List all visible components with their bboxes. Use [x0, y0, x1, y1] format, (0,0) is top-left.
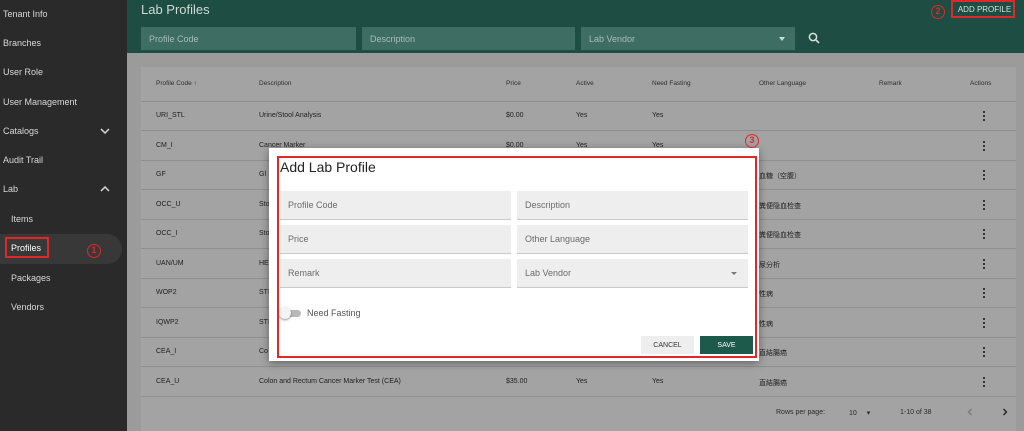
caret-down-icon	[779, 37, 785, 41]
profile-code-filter[interactable]: Profile Code	[141, 27, 356, 50]
row-divider	[141, 395, 1016, 397]
cell-price: $35.00	[506, 377, 528, 385]
sidebar-item-label: Audit Trail	[3, 155, 44, 165]
cell-other-language: 直結腸癌	[759, 379, 787, 387]
chevron-left-icon[interactable]	[965, 407, 975, 417]
more-vert-icon[interactable]	[983, 317, 986, 328]
sidebar-item-label: Tenant Info	[3, 9, 48, 19]
cell-active: Yes	[576, 377, 588, 385]
sidebar-item-audit-trail[interactable]: Audit Trail	[0, 150, 127, 170]
page-header: Lab Profiles ADD PROFILE Profile Code De…	[127, 0, 1024, 53]
col-header-actions: Actions	[970, 80, 992, 87]
sidebar-item-label: Catalogs	[3, 126, 39, 136]
more-vert-icon[interactable]	[983, 258, 986, 269]
cell-other-language: 直結腸癌	[759, 350, 787, 357]
row-divider	[141, 130, 1016, 131]
lab-vendor-filter-label: Lab Vendor	[589, 33, 636, 44]
cell-active: Yes	[576, 112, 588, 119]
sidebar-item-items[interactable]: Items	[0, 209, 127, 229]
arrow-up-icon: ↑	[193, 80, 197, 87]
col-header-description[interactable]: Description	[259, 80, 292, 87]
cell-description: Urine/Stool Analysis	[259, 112, 322, 119]
more-vert-icon[interactable]	[983, 170, 986, 180]
description-filter[interactable]: Description	[362, 27, 575, 50]
col-header-profile-code[interactable]: Profile Code ↑	[156, 80, 197, 87]
cell-profile-code: URI_STL	[156, 112, 185, 119]
cell-price: $0.00	[506, 112, 524, 119]
divider	[141, 101, 1016, 102]
annotation-box-add-profile	[951, 0, 1015, 18]
cell-other-language: 性病	[759, 320, 773, 328]
col-header-active[interactable]: Active	[576, 80, 594, 87]
chevron-up-icon	[100, 185, 110, 192]
search-icon[interactable]	[808, 32, 820, 44]
sidebar-item-label: Branches	[3, 38, 42, 48]
annotation-number-2: 2	[931, 5, 945, 19]
sidebar-item-label: User Role	[3, 67, 44, 77]
more-vert-icon[interactable]	[983, 140, 986, 151]
more-vert-icon[interactable]	[983, 347, 986, 357]
annotation-number-1: 1	[87, 244, 101, 258]
cell-profile-code: IQWP2	[156, 318, 179, 326]
cell-profile-code: CEA_U	[156, 377, 180, 385]
col-header-price[interactable]: Price	[506, 80, 521, 87]
sidebar-item-branches[interactable]: Branches	[0, 33, 127, 53]
cell-other-language: 性病	[759, 291, 773, 298]
sidebar-item-catalogs[interactable]: Catalogs	[0, 121, 127, 141]
page-title: Lab Profiles	[141, 2, 210, 17]
annotation-box-profiles	[5, 237, 49, 258]
cell-other-language: 血糖（空腹）	[759, 173, 801, 180]
cell-need-fasting: Yes	[652, 377, 664, 385]
more-vert-icon[interactable]	[983, 199, 986, 210]
cell-other-language: 尿分析	[759, 261, 780, 269]
cell-description: HE	[259, 259, 269, 267]
chevron-right-icon[interactable]	[1000, 407, 1010, 417]
pagination-range: 1-10 of 38	[900, 409, 932, 416]
cell-need-fasting: Yes	[652, 112, 664, 119]
sidebar-item-label: Items	[11, 214, 34, 224]
col-header-need-fasting[interactable]: Need Fasting	[652, 80, 691, 87]
cell-profile-code: GF	[156, 171, 166, 178]
cell-description: Colon and Rectum Cancer Marker Test (CEA…	[259, 377, 401, 385]
sidebar-item-label: User Management	[3, 97, 78, 107]
cell-profile-code: WOP2	[156, 289, 177, 296]
sidebar-item-label: Vendors	[11, 302, 45, 312]
rows-per-page-label: Rows per page:	[776, 409, 826, 416]
cell-profile-code: UAN/UM	[156, 259, 184, 267]
cell-other-language: 粪便隐血检查	[759, 202, 801, 210]
lab-vendor-filter[interactable]: Lab Vendor	[581, 27, 795, 50]
rows-per-page-value: 10	[849, 410, 857, 417]
chevron-down-icon	[100, 128, 110, 135]
cell-other-language: 粪便隐血检查	[759, 232, 801, 239]
col-header-label: Profile Code	[156, 80, 192, 87]
annotation-box-dialog	[277, 156, 757, 358]
sidebar-item-label: Lab	[3, 184, 19, 194]
caret-down-icon: ▾	[866, 410, 871, 417]
sidebar-item-user-management[interactable]: User Management	[0, 92, 127, 112]
sidebar-item-user-role[interactable]: User Role	[0, 62, 127, 82]
cell-profile-code: OCC_U	[156, 200, 181, 208]
more-vert-icon[interactable]	[983, 376, 986, 387]
sidebar-item-vendors[interactable]: Vendors	[0, 297, 127, 317]
annotation-number-3: 3	[745, 134, 759, 148]
cell-description: Sto	[259, 230, 270, 237]
sidebar-item-tenant-info[interactable]: Tenant Info	[0, 4, 127, 24]
cell-profile-code: CM_I	[156, 141, 173, 149]
sidebar-item-packages[interactable]: Packages	[0, 268, 127, 288]
cell-description: Co	[259, 348, 268, 355]
col-header-other-language[interactable]: Other Language	[759, 80, 806, 87]
sidebar-item-label: Packages	[11, 273, 51, 283]
rows-per-page-select[interactable]: 10 ▾	[849, 409, 870, 417]
more-vert-icon[interactable]	[983, 111, 986, 121]
cell-profile-code: OCC_I	[156, 230, 178, 237]
sidebar: Tenant Info Branches User Role User Mana…	[0, 0, 127, 431]
more-vert-icon[interactable]	[983, 229, 986, 239]
sidebar-item-lab[interactable]: Lab	[0, 179, 127, 199]
cell-profile-code: CEA_I	[156, 348, 177, 355]
cell-description: Sto	[259, 200, 270, 208]
row-divider	[141, 366, 1016, 367]
more-vert-icon[interactable]	[983, 288, 986, 298]
col-header-remark[interactable]: Remark	[879, 80, 902, 87]
cell-description: Gl	[259, 171, 266, 178]
